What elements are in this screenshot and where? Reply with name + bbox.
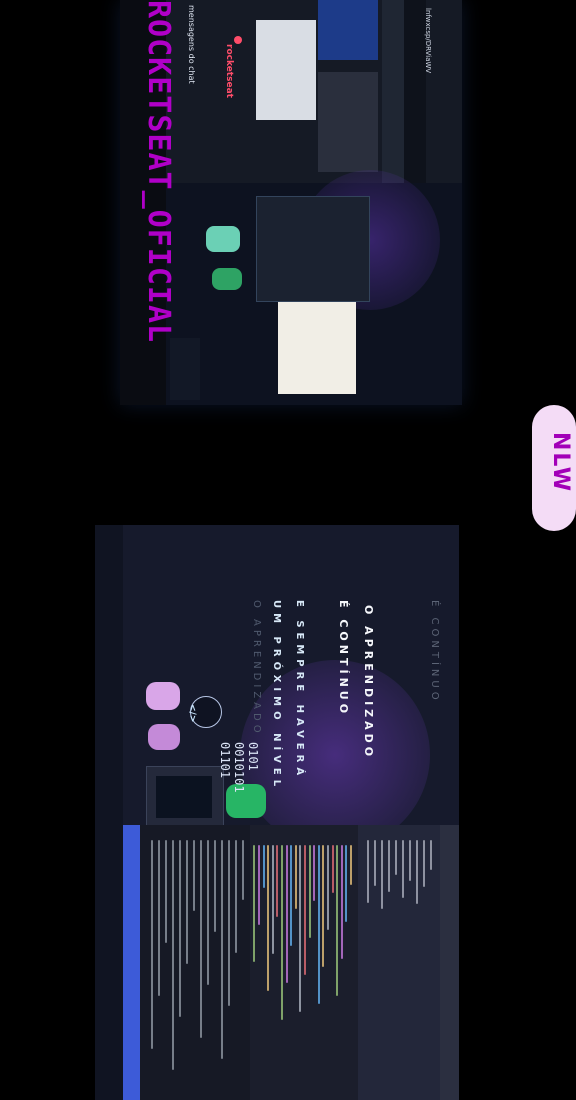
rocketseat-logo: rocketseat <box>224 44 234 98</box>
code-line <box>331 845 334 893</box>
explorer-item <box>395 840 397 875</box>
illustration-figure <box>206 226 240 252</box>
terminal-line <box>235 840 237 953</box>
terminal-line <box>214 840 216 932</box>
explorer-item <box>381 840 383 909</box>
terminal-line <box>200 840 202 1038</box>
code-line <box>271 845 274 954</box>
vscode-titlebar[interactable] <box>440 825 459 1100</box>
laptop-screen <box>156 776 212 818</box>
bottom-taskbar <box>95 525 123 1100</box>
terminal-line <box>186 840 188 964</box>
code-bubble-text: </> <box>187 704 197 723</box>
code-line <box>350 845 352 885</box>
code-line <box>317 845 320 1004</box>
terminal-line <box>242 840 244 900</box>
explorer-item <box>388 840 390 892</box>
url-text: lnfwxcsp/DRViaWV <box>424 8 432 74</box>
explorer-item <box>409 840 411 881</box>
illustration-figure <box>212 268 242 290</box>
code-line <box>313 845 316 901</box>
quote-line: UM PRÓXIMO NÍVEL <box>271 600 282 792</box>
explorer-item <box>367 840 369 903</box>
quote-faded-top: É CONTÍNUO <box>429 600 440 704</box>
code-line <box>290 845 293 946</box>
explorer-item <box>402 840 404 898</box>
code-line <box>281 845 283 1020</box>
video-tile-presenter <box>256 20 316 120</box>
code-line <box>304 845 306 975</box>
quote-line: O APRENDIZADO <box>362 605 375 761</box>
video-tile-dark <box>318 72 378 172</box>
nlw-tag-text: NLW <box>548 432 573 493</box>
code-line <box>308 845 311 938</box>
illustration-figure <box>146 682 180 710</box>
binary-text: 0101 0010101 01101 <box>218 742 260 793</box>
system-tray <box>170 338 200 400</box>
terminal-line <box>158 840 160 996</box>
code-line <box>327 845 329 930</box>
code-line <box>340 845 343 959</box>
glow-decoration <box>240 660 430 850</box>
chat-label: mensagens do chat <box>187 5 196 84</box>
quote-faded-bottom: O APRENDIZADO <box>251 600 262 737</box>
explorer-item <box>374 840 376 886</box>
explorer-item <box>416 840 418 904</box>
explorer-item <box>430 840 432 870</box>
terminal-line <box>179 840 181 1017</box>
terminal-line <box>172 840 174 1070</box>
instagram-handle: ROCKETSEAT_OFICIAL <box>141 0 176 344</box>
video-tile-blue <box>318 0 378 60</box>
explorer-item <box>423 840 425 887</box>
binary-line: 01101 <box>218 742 232 779</box>
quote-line: E SEMPRE HAVERÁ <box>294 600 305 781</box>
browser-tabs[interactable] <box>404 0 426 183</box>
terminal-line <box>165 840 167 943</box>
address-bar[interactable] <box>382 0 404 183</box>
terminal-line <box>228 840 230 1006</box>
code-line <box>285 845 288 983</box>
binary-line: 0010101 <box>232 742 246 793</box>
rocketseat-logo-icon <box>234 36 242 44</box>
code-line <box>294 845 297 909</box>
code-line <box>267 845 270 991</box>
document-window-thumb <box>278 302 356 394</box>
terminal-line <box>193 840 195 911</box>
code-window-thumb <box>256 196 370 302</box>
quote-line: É CONTÍNUO <box>337 600 350 718</box>
terminal-panel[interactable] <box>140 825 250 1100</box>
code-line <box>336 845 339 996</box>
terminal-line <box>151 840 153 1049</box>
terminal-line <box>207 840 209 985</box>
code-line <box>258 845 260 925</box>
binary-line: 0101 <box>246 742 260 771</box>
file-explorer[interactable] <box>358 825 440 1100</box>
terminal-line <box>221 840 223 1059</box>
illustration-figure <box>148 724 180 750</box>
status-bar <box>123 825 140 1100</box>
code-line <box>262 845 265 888</box>
